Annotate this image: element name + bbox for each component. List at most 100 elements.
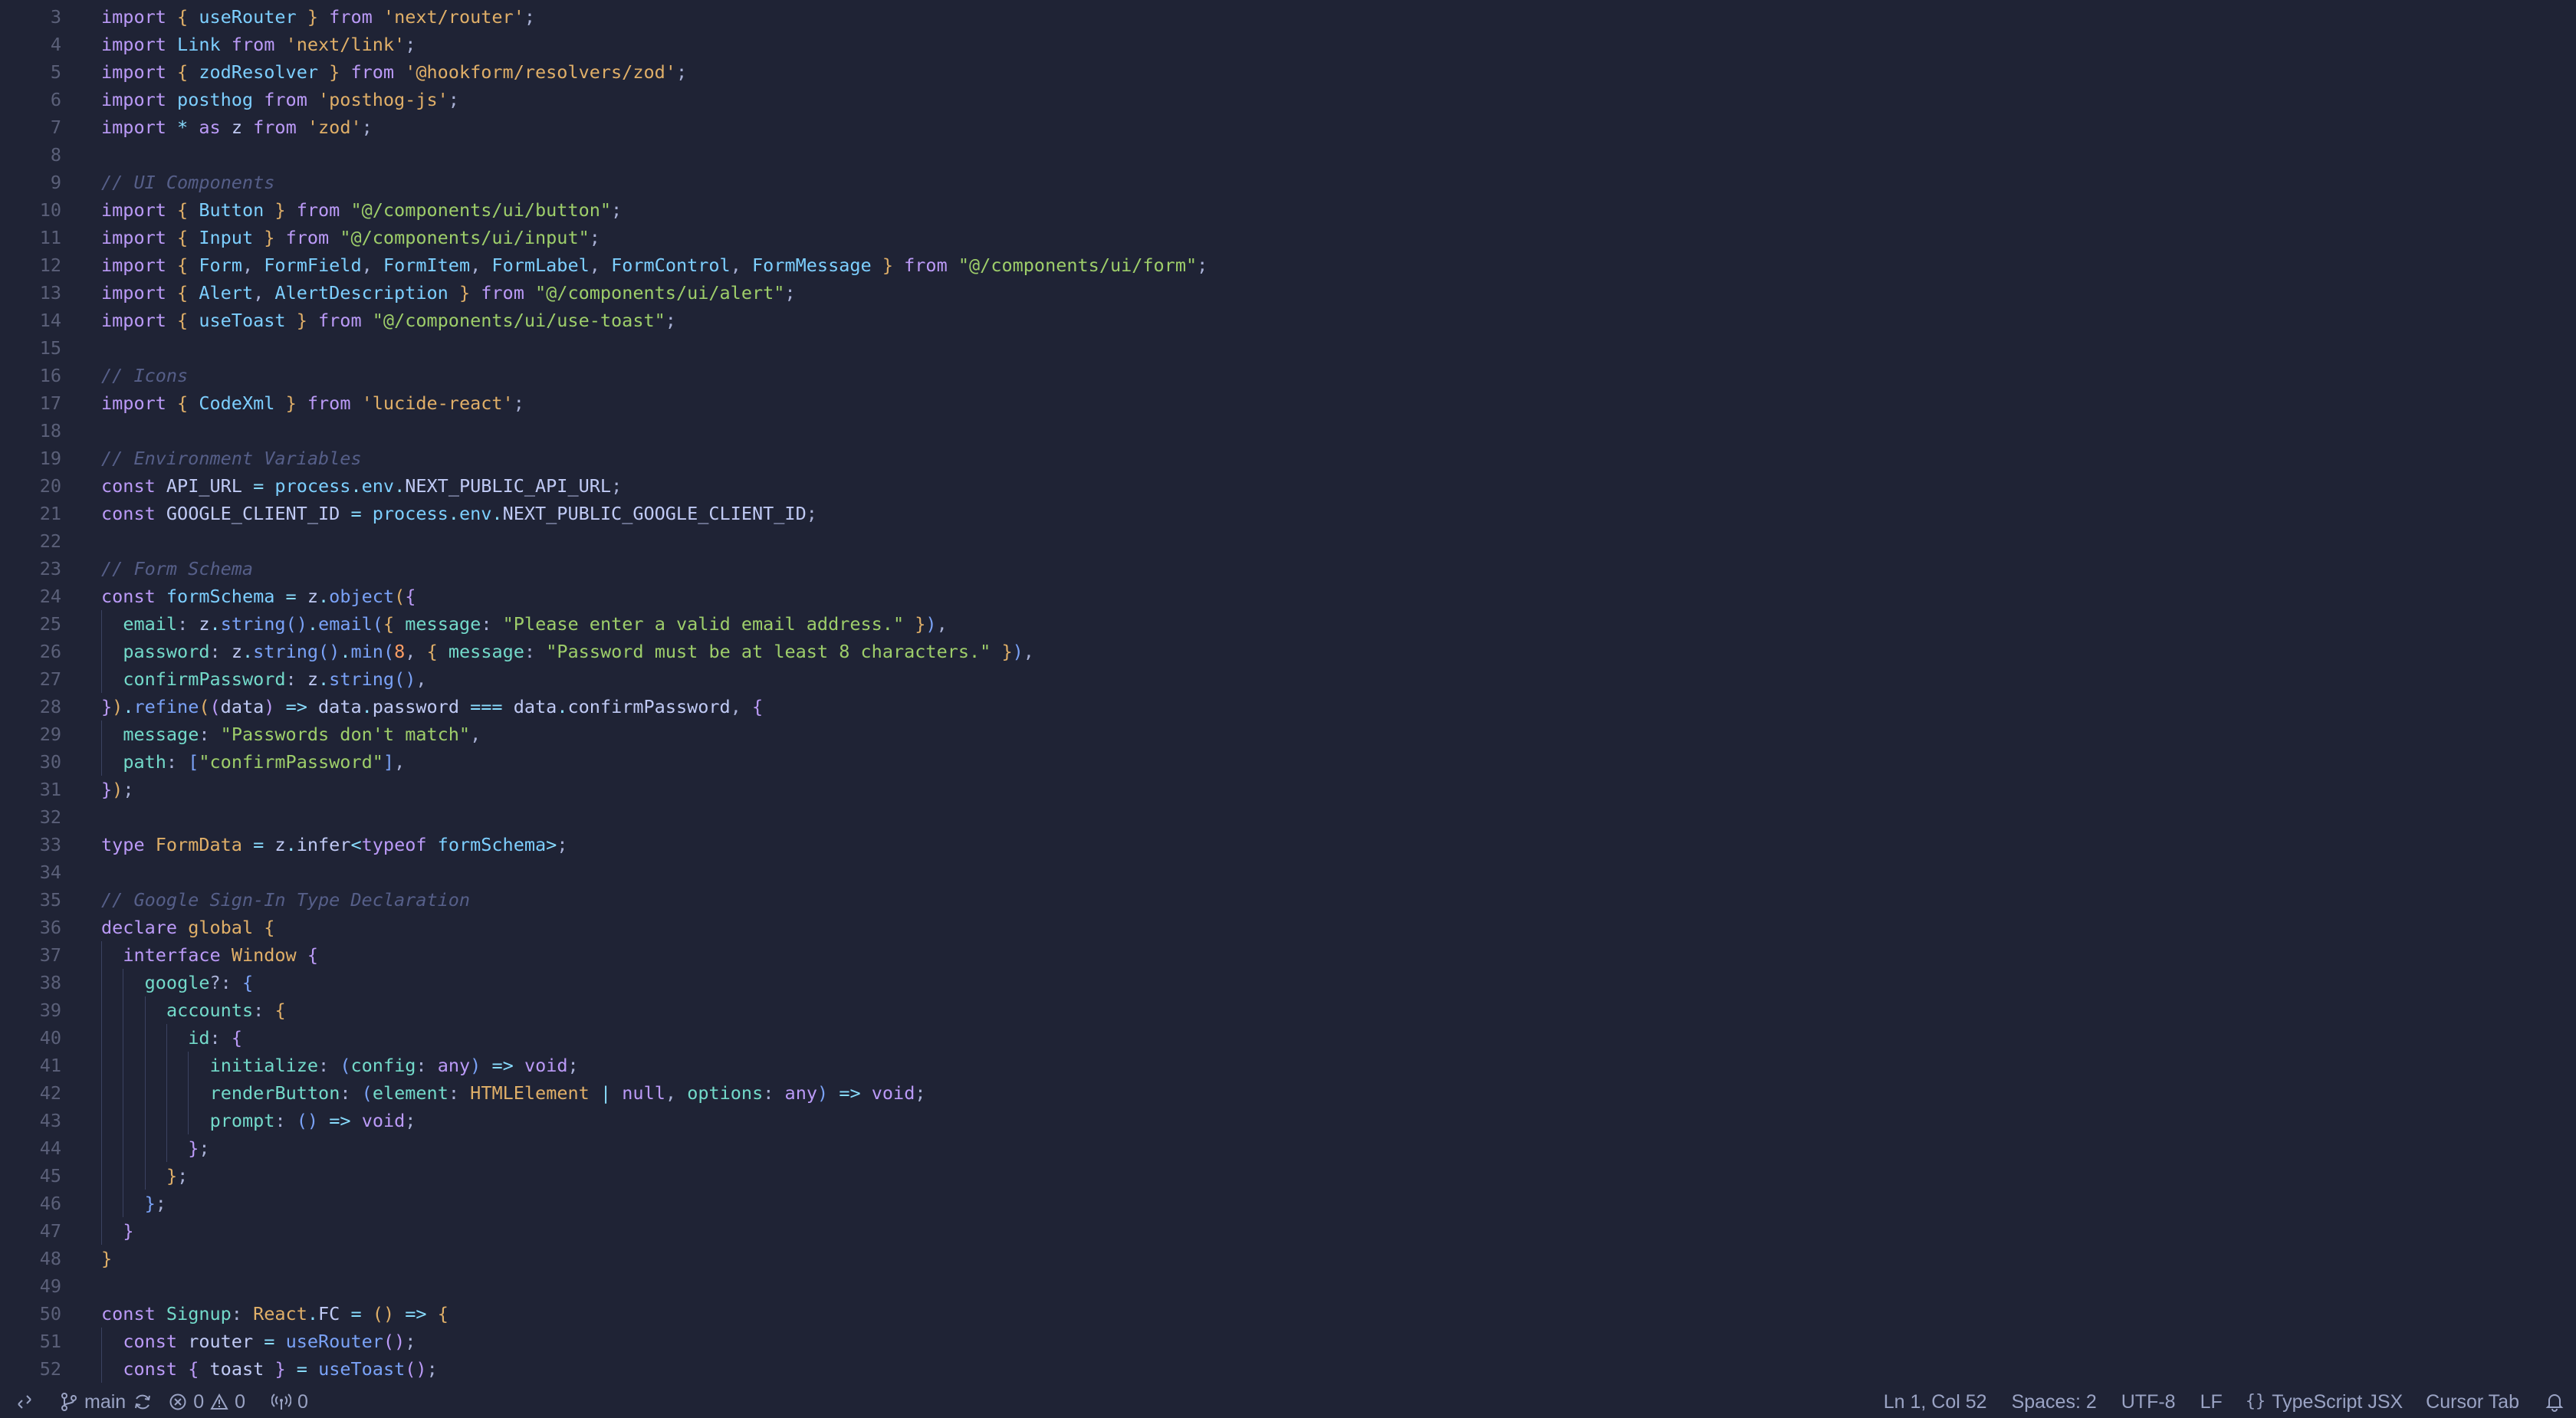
line-number: 50 bbox=[39, 1303, 61, 1324]
cursor-position[interactable]: Ln 1, Col 52 bbox=[1884, 1386, 1987, 1418]
code-line[interactable]: 29 message: "Passwords don't match", bbox=[0, 720, 2576, 748]
code-line[interactable]: 38 google?: { bbox=[0, 969, 2576, 996]
code-line[interactable]: 7 import * as z from 'zod'; bbox=[0, 113, 2576, 141]
code-line[interactable]: 27 confirmPassword: z.string(), bbox=[0, 665, 2576, 693]
line-number: 48 bbox=[39, 1248, 61, 1269]
encoding-setting[interactable]: UTF-8 bbox=[2121, 1386, 2176, 1418]
code-line[interactable]: 11 import { Input } from "@/components/ui… bbox=[0, 224, 2576, 251]
braces-icon: {} bbox=[2245, 1392, 2266, 1411]
ports-status[interactable]: 0 bbox=[271, 1386, 308, 1418]
code-line[interactable]: 15 bbox=[0, 334, 2576, 362]
code-line[interactable]: 52 const { toast } = useToast(); bbox=[0, 1355, 2576, 1383]
cursor-tab-setting[interactable]: Cursor Tab bbox=[2426, 1386, 2519, 1418]
line-number: 25 bbox=[39, 613, 61, 635]
code-line[interactable]: 14 import { useToast } from "@/components… bbox=[0, 307, 2576, 334]
line-number: 43 bbox=[39, 1110, 61, 1131]
error-count: 0 bbox=[193, 1391, 205, 1413]
line-number: 51 bbox=[39, 1331, 61, 1352]
line-number: 35 bbox=[39, 889, 61, 911]
code-line[interactable]: 37 interface Window { bbox=[0, 941, 2576, 969]
code-line[interactable]: 28}).refine((data) => data.password === … bbox=[0, 693, 2576, 720]
line-number: 9 bbox=[50, 172, 61, 193]
code-line[interactable]: 48} bbox=[0, 1245, 2576, 1272]
code-line[interactable]: 17 import { CodeXml } from 'lucide-react'… bbox=[0, 389, 2576, 417]
code-line[interactable]: 21 const GOOGLE_CLIENT_ID = process.env.N… bbox=[0, 500, 2576, 527]
code-line[interactable]: 34 bbox=[0, 858, 2576, 886]
code-line[interactable]: 24 const formSchema = z.object({ bbox=[0, 583, 2576, 610]
code-line[interactable]: 25 email: z.string().email({ message: "P… bbox=[0, 610, 2576, 638]
line-number: 20 bbox=[39, 475, 61, 497]
code-line[interactable]: 39 accounts: { bbox=[0, 996, 2576, 1024]
code-line[interactable]: 22 bbox=[0, 527, 2576, 555]
code-line[interactable]: 45 }; bbox=[0, 1162, 2576, 1190]
line-code: // Environment Variables bbox=[101, 448, 362, 469]
line-code: import { useRouter } from 'next/router'; bbox=[101, 6, 536, 28]
remote-icon bbox=[18, 1395, 31, 1409]
notifications-button[interactable] bbox=[2545, 1386, 2564, 1418]
code-line[interactable]: 36 declare global { bbox=[0, 914, 2576, 941]
code-line[interactable]: 20 const API_URL = process.env.NEXT_PUBLI… bbox=[0, 472, 2576, 500]
code-line[interactable]: 4 import Link from 'next/link'; bbox=[0, 31, 2576, 58]
code-line[interactable]: 13 import { Alert, AlertDescription } fro… bbox=[0, 279, 2576, 307]
line-number: 40 bbox=[39, 1027, 61, 1049]
git-branch-status[interactable]: main bbox=[60, 1386, 153, 1418]
ports-count: 0 bbox=[297, 1391, 308, 1413]
code-line[interactable]: 23 // Form Schema bbox=[0, 555, 2576, 583]
code-line[interactable]: 10 import { Button } from "@/components/u… bbox=[0, 196, 2576, 224]
code-line[interactable]: 30 path: ["confirmPassword"], bbox=[0, 748, 2576, 776]
code-line[interactable]: 3 import { useRouter } from 'next/router'… bbox=[0, 3, 2576, 31]
line-number: 32 bbox=[39, 806, 61, 828]
language-mode[interactable]: {} TypeScript JSX bbox=[2246, 1386, 2403, 1418]
code-line[interactable]: 5 import { zodResolver } from '@hookform/… bbox=[0, 58, 2576, 86]
line-code: import posthog from 'posthog-js'; bbox=[101, 89, 459, 110]
broadcast-icon bbox=[271, 1393, 291, 1410]
code-line[interactable]: 51 const router = useRouter(); bbox=[0, 1328, 2576, 1355]
code-line[interactable]: 16 // Icons bbox=[0, 362, 2576, 389]
code-line[interactable]: 35 // Google Sign-In Type Declaration bbox=[0, 886, 2576, 914]
line-number: 24 bbox=[39, 586, 61, 607]
line-code: const formSchema = z.object({ bbox=[101, 586, 416, 607]
code-line[interactable]: 33 type FormData = z.infer<typeof formSch… bbox=[0, 831, 2576, 858]
cursor-position-label: Ln 1, Col 52 bbox=[1883, 1391, 1987, 1413]
code-line[interactable]: 8 bbox=[0, 141, 2576, 169]
code-line[interactable]: 43 prompt: () => void; bbox=[0, 1107, 2576, 1134]
eol-setting[interactable]: LF bbox=[2200, 1386, 2223, 1418]
bell-icon bbox=[2545, 1394, 2564, 1412]
code-line[interactable]: 50 const Signup: React.FC = () => { bbox=[0, 1300, 2576, 1328]
line-number: 13 bbox=[39, 282, 61, 304]
problems-status[interactable]: 0 0 bbox=[169, 1386, 245, 1418]
code-line[interactable]: 49 bbox=[0, 1272, 2576, 1300]
language-label: TypeScript JSX bbox=[2272, 1391, 2404, 1413]
line-code: const { toast } = useToast(); bbox=[123, 1358, 438, 1380]
indentation-setting[interactable]: Spaces: 2 bbox=[2012, 1386, 2097, 1418]
code-line[interactable]: 40 id: { bbox=[0, 1024, 2576, 1052]
line-code: // Form Schema bbox=[101, 558, 254, 579]
line-code: import { zodResolver } from '@hookform/r… bbox=[101, 61, 688, 83]
line-code: path: ["confirmPassword"], bbox=[123, 751, 406, 773]
line-code: import Link from 'next/link'; bbox=[101, 34, 416, 55]
code-line[interactable]: 32 bbox=[0, 803, 2576, 831]
code-line[interactable]: 47 } bbox=[0, 1217, 2576, 1245]
line-code: // Google Sign-In Type Declaration bbox=[101, 889, 471, 911]
code-line[interactable]: 42 renderButton: (element: HTMLElement |… bbox=[0, 1079, 2576, 1107]
code-line[interactable]: 26 password: z.string().min(8, { message… bbox=[0, 638, 2576, 665]
code-line[interactable]: 12 import { Form, FormField, FormItem, Fo… bbox=[0, 251, 2576, 279]
code-line[interactable]: 46 }; bbox=[0, 1190, 2576, 1217]
remote-indicator[interactable] bbox=[0, 1386, 49, 1418]
code-line[interactable]: 18 bbox=[0, 417, 2576, 445]
code-line[interactable]: 19 // Environment Variables bbox=[0, 445, 2576, 472]
code-editor[interactable]: 3 import { useRouter } from 'next/router'… bbox=[0, 0, 2576, 1386]
line-code: const API_URL = process.env.NEXT_PUBLIC_… bbox=[101, 475, 623, 497]
line-number: 3 bbox=[50, 6, 61, 28]
code-line[interactable]: 9 // UI Components bbox=[0, 169, 2576, 196]
line-number: 4 bbox=[50, 34, 61, 55]
line-number: 6 bbox=[50, 89, 61, 110]
sync-icon[interactable] bbox=[132, 1392, 153, 1412]
line-number: 30 bbox=[39, 751, 61, 773]
line-code: import * as z from 'zod'; bbox=[101, 117, 373, 138]
code-line[interactable]: 6 import posthog from 'posthog-js'; bbox=[0, 86, 2576, 113]
code-line[interactable]: 31}); bbox=[0, 776, 2576, 803]
code-line[interactable]: 44 }; bbox=[0, 1134, 2576, 1162]
line-code: type FormData = z.infer<typeof formSchem… bbox=[101, 834, 568, 855]
code-line[interactable]: 41 initialize: (config: any) => void; bbox=[0, 1052, 2576, 1079]
